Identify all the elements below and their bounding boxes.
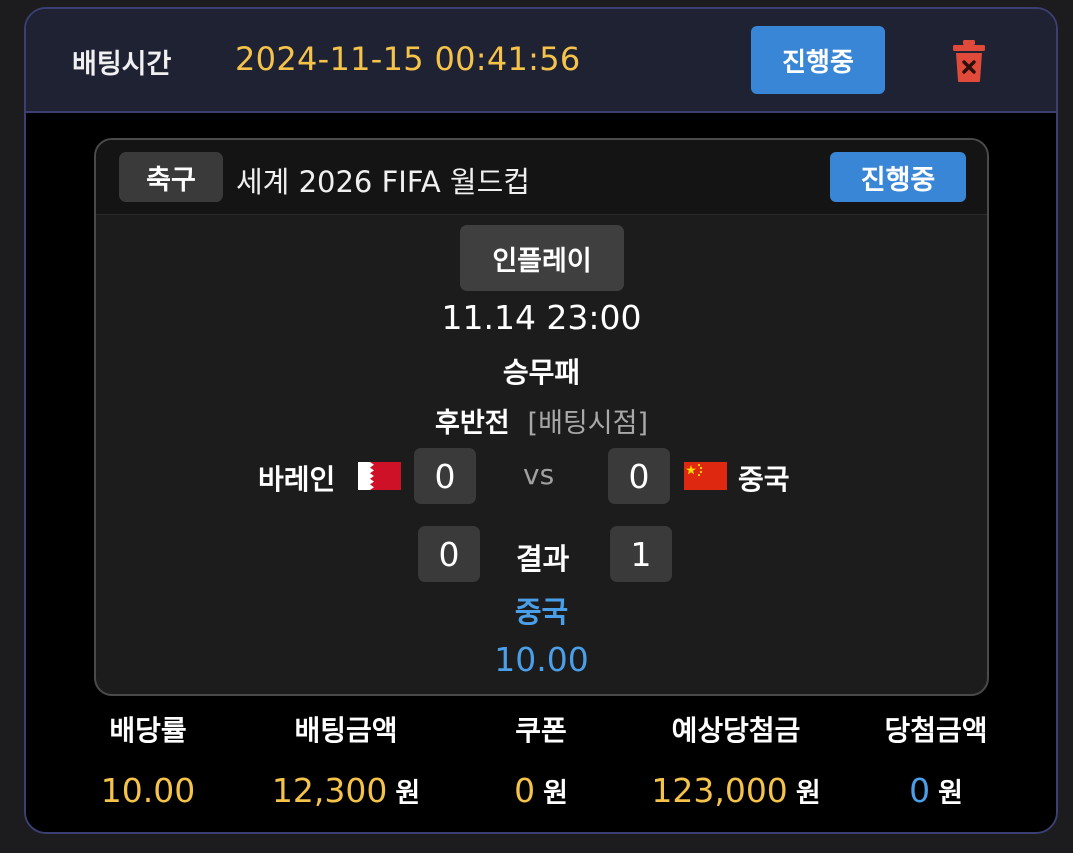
away-team-name: 중국	[738, 463, 790, 496]
selected-pick: 중국	[514, 595, 569, 629]
pick-odds: 10.00	[494, 640, 589, 679]
bet-amount-value: 12,300 원	[271, 771, 421, 810]
stat-win-amount: 당첨금액 0원	[866, 709, 1006, 810]
bet-amount-label: 배팅금액	[294, 714, 398, 747]
away-score: 0	[608, 448, 670, 504]
odds-label: 배당률	[109, 714, 187, 747]
match-header: 축구 세계 2026 FIFA 월드컵 진행중	[96, 140, 987, 215]
result-away-score: 1	[610, 526, 672, 582]
versus-label: vs	[523, 458, 555, 491]
inplay-badge: 인플레이	[460, 225, 624, 291]
bahrain-flag-icon	[358, 462, 401, 490]
result-label: 결과	[516, 542, 570, 576]
home-team-name: 바레인	[258, 463, 336, 496]
match-datetime: 11.14 23:00	[441, 298, 642, 337]
win-amount-value: 0원	[909, 771, 963, 810]
coupon-label: 쿠폰	[515, 714, 567, 747]
market-type: 승무패	[502, 356, 581, 389]
bet-header: 배팅시간 2024-11-15 00:41:56 진행중	[26, 9, 1056, 113]
stat-bet-amount: 배팅금액 12,300 원	[251, 709, 441, 810]
bet-time-value: 2024-11-15 00:41:56	[235, 40, 581, 78]
result-home-score: 0	[418, 526, 480, 582]
bet-summary: 배당률 10.00 배팅금액 12,300 원 쿠폰 0원 예상당첨금 123,0…	[26, 709, 1056, 819]
sport-tag: 축구	[119, 152, 223, 202]
bet-status-button[interactable]: 진행중	[751, 26, 885, 94]
stat-coupon: 쿠폰 0원	[486, 709, 596, 810]
match-status-button[interactable]: 진행중	[830, 152, 966, 202]
expected-win-label: 예상당첨금	[671, 714, 801, 747]
china-flag-icon	[684, 462, 727, 490]
bet-time-note: [배팅시점]	[527, 408, 648, 439]
match-period: 후반전	[435, 408, 510, 439]
bet-time-label: 배팅시간	[72, 49, 172, 80]
win-amount-label: 당첨금액	[884, 714, 988, 747]
odds-value: 10.00	[100, 771, 196, 810]
league-name: 세계 2026 FIFA 월드컵	[236, 165, 530, 199]
trash-icon[interactable]	[952, 39, 986, 83]
stat-expected-win: 예상당첨금 123,000 원	[636, 709, 836, 810]
bet-card: 배팅시간 2024-11-15 00:41:56 진행중 축구 세계 2026 …	[24, 7, 1058, 834]
stat-odds: 배당률 10.00	[88, 709, 208, 810]
match-card: 축구 세계 2026 FIFA 월드컵 진행중 인플레이 11.14 23:00…	[94, 138, 989, 696]
period-row: 후반전 [배팅시점]	[96, 401, 987, 440]
coupon-value: 0원	[514, 771, 568, 810]
expected-win-value: 123,000 원	[651, 771, 821, 810]
home-score: 0	[414, 448, 476, 504]
